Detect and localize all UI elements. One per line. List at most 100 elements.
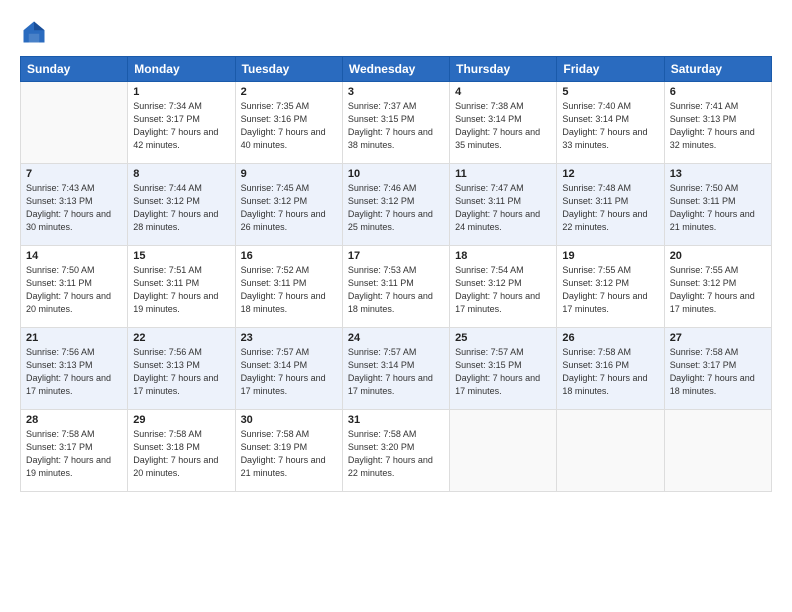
header-row: SundayMondayTuesdayWednesdayThursdayFrid…: [21, 57, 772, 82]
calendar-cell: 4 Sunrise: 7:38 AMSunset: 3:14 PMDaylight…: [450, 82, 557, 164]
calendar-row-0: 1 Sunrise: 7:34 AMSunset: 3:17 PMDaylight…: [21, 82, 772, 164]
calendar-table: SundayMondayTuesdayWednesdayThursdayFrid…: [20, 56, 772, 492]
calendar-cell: 9 Sunrise: 7:45 AMSunset: 3:12 PMDaylight…: [235, 164, 342, 246]
calendar-cell: 27 Sunrise: 7:58 AMSunset: 3:17 PMDayligh…: [664, 328, 771, 410]
cell-info: Sunrise: 7:53 AMSunset: 3:11 PMDaylight:…: [348, 264, 444, 316]
calendar-cell: 25 Sunrise: 7:57 AMSunset: 3:15 PMDayligh…: [450, 328, 557, 410]
day-number: 21: [26, 332, 122, 344]
cell-info: Sunrise: 7:57 AMSunset: 3:14 PMDaylight:…: [241, 346, 337, 398]
cell-info: Sunrise: 7:54 AMSunset: 3:12 PMDaylight:…: [455, 264, 551, 316]
calendar-cell: 23 Sunrise: 7:57 AMSunset: 3:14 PMDayligh…: [235, 328, 342, 410]
day-number: 5: [562, 86, 658, 98]
cell-info: Sunrise: 7:52 AMSunset: 3:11 PMDaylight:…: [241, 264, 337, 316]
day-number: 25: [455, 332, 551, 344]
day-number: 26: [562, 332, 658, 344]
col-header-saturday: Saturday: [664, 57, 771, 82]
col-header-wednesday: Wednesday: [342, 57, 449, 82]
day-number: 30: [241, 414, 337, 426]
cell-info: Sunrise: 7:41 AMSunset: 3:13 PMDaylight:…: [670, 100, 766, 152]
day-number: 7: [26, 168, 122, 180]
calendar-cell: [664, 410, 771, 492]
calendar-cell: 19 Sunrise: 7:55 AMSunset: 3:12 PMDayligh…: [557, 246, 664, 328]
day-number: 24: [348, 332, 444, 344]
cell-info: Sunrise: 7:50 AMSunset: 3:11 PMDaylight:…: [670, 182, 766, 234]
day-number: 10: [348, 168, 444, 180]
cell-info: Sunrise: 7:55 AMSunset: 3:12 PMDaylight:…: [670, 264, 766, 316]
logo: [20, 18, 52, 46]
calendar-cell: 16 Sunrise: 7:52 AMSunset: 3:11 PMDayligh…: [235, 246, 342, 328]
calendar-cell: 20Sunrise: 7:55 AMSunset: 3:12 PMDayligh…: [664, 246, 771, 328]
calendar-cell: 5 Sunrise: 7:40 AMSunset: 3:14 PMDaylight…: [557, 82, 664, 164]
page: SundayMondayTuesdayWednesdayThursdayFrid…: [0, 0, 792, 612]
calendar-row-4: 28 Sunrise: 7:58 AMSunset: 3:17 PMDayligh…: [21, 410, 772, 492]
calendar-cell: 15 Sunrise: 7:51 AMSunset: 3:11 PMDayligh…: [128, 246, 235, 328]
cell-info: Sunrise: 7:34 AMSunset: 3:17 PMDaylight:…: [133, 100, 229, 152]
calendar-cell: 8 Sunrise: 7:44 AMSunset: 3:12 PMDaylight…: [128, 164, 235, 246]
day-number: 1: [133, 86, 229, 98]
cell-info: Sunrise: 7:40 AMSunset: 3:14 PMDaylight:…: [562, 100, 658, 152]
day-number: 17: [348, 250, 444, 262]
calendar-cell: 30 Sunrise: 7:58 AMSunset: 3:19 PMDayligh…: [235, 410, 342, 492]
calendar-cell: 13 Sunrise: 7:50 AMSunset: 3:11 PMDayligh…: [664, 164, 771, 246]
calendar-row-1: 7 Sunrise: 7:43 AMSunset: 3:13 PMDaylight…: [21, 164, 772, 246]
cell-info: Sunrise: 7:51 AMSunset: 3:11 PMDaylight:…: [133, 264, 229, 316]
col-header-thursday: Thursday: [450, 57, 557, 82]
cell-info: Sunrise: 7:58 AMSunset: 3:16 PMDaylight:…: [562, 346, 658, 398]
cell-info: Sunrise: 7:38 AMSunset: 3:14 PMDaylight:…: [455, 100, 551, 152]
calendar-cell: 18 Sunrise: 7:54 AMSunset: 3:12 PMDayligh…: [450, 246, 557, 328]
day-number: 27: [670, 332, 766, 344]
calendar-cell: 28 Sunrise: 7:58 AMSunset: 3:17 PMDayligh…: [21, 410, 128, 492]
calendar-cell: 11 Sunrise: 7:47 AMSunset: 3:11 PMDayligh…: [450, 164, 557, 246]
calendar-cell: 12Sunrise: 7:48 AMSunset: 3:11 PMDayligh…: [557, 164, 664, 246]
day-number: 8: [133, 168, 229, 180]
calendar-cell: [557, 410, 664, 492]
cell-info: Sunrise: 7:58 AMSunset: 3:17 PMDaylight:…: [670, 346, 766, 398]
cell-info: Sunrise: 7:43 AMSunset: 3:13 PMDaylight:…: [26, 182, 122, 234]
day-number: 28: [26, 414, 122, 426]
cell-info: Sunrise: 7:45 AMSunset: 3:12 PMDaylight:…: [241, 182, 337, 234]
cell-info: Sunrise: 7:55 AMSunset: 3:12 PMDaylight:…: [562, 264, 658, 316]
cell-info: Sunrise: 7:56 AMSunset: 3:13 PMDaylight:…: [26, 346, 122, 398]
day-number: 13: [670, 168, 766, 180]
cell-info: Sunrise: 7:58 AMSunset: 3:20 PMDaylight:…: [348, 428, 444, 480]
calendar-cell: 21 Sunrise: 7:56 AMSunset: 3:13 PMDayligh…: [21, 328, 128, 410]
day-number: 18: [455, 250, 551, 262]
day-number: 9: [241, 168, 337, 180]
day-number: 4: [455, 86, 551, 98]
calendar-cell: 22Sunrise: 7:56 AMSunset: 3:13 PMDayligh…: [128, 328, 235, 410]
col-header-sunday: Sunday: [21, 57, 128, 82]
day-number: 11: [455, 168, 551, 180]
calendar-cell: 3Sunrise: 7:37 AMSunset: 3:15 PMDaylight…: [342, 82, 449, 164]
day-number: 15: [133, 250, 229, 262]
cell-info: Sunrise: 7:50 AMSunset: 3:11 PMDaylight:…: [26, 264, 122, 316]
cell-info: Sunrise: 7:37 AMSunset: 3:15 PMDaylight:…: [348, 100, 444, 152]
calendar-cell: 10Sunrise: 7:46 AMSunset: 3:12 PMDayligh…: [342, 164, 449, 246]
cell-info: Sunrise: 7:58 AMSunset: 3:18 PMDaylight:…: [133, 428, 229, 480]
calendar-cell: 29Sunrise: 7:58 AMSunset: 3:18 PMDayligh…: [128, 410, 235, 492]
day-number: 16: [241, 250, 337, 262]
col-header-friday: Friday: [557, 57, 664, 82]
calendar-cell: 14 Sunrise: 7:50 AMSunset: 3:11 PMDayligh…: [21, 246, 128, 328]
calendar-cell: 7 Sunrise: 7:43 AMSunset: 3:13 PMDaylight…: [21, 164, 128, 246]
cell-info: Sunrise: 7:35 AMSunset: 3:16 PMDaylight:…: [241, 100, 337, 152]
cell-info: Sunrise: 7:58 AMSunset: 3:19 PMDaylight:…: [241, 428, 337, 480]
header: [20, 18, 772, 46]
day-number: 23: [241, 332, 337, 344]
calendar-cell: 1 Sunrise: 7:34 AMSunset: 3:17 PMDaylight…: [128, 82, 235, 164]
cell-info: Sunrise: 7:57 AMSunset: 3:14 PMDaylight:…: [348, 346, 444, 398]
cell-info: Sunrise: 7:58 AMSunset: 3:17 PMDaylight:…: [26, 428, 122, 480]
cell-info: Sunrise: 7:57 AMSunset: 3:15 PMDaylight:…: [455, 346, 551, 398]
calendar-cell: 6Sunrise: 7:41 AMSunset: 3:13 PMDaylight…: [664, 82, 771, 164]
day-number: 12: [562, 168, 658, 180]
day-number: 14: [26, 250, 122, 262]
col-header-tuesday: Tuesday: [235, 57, 342, 82]
day-number: 2: [241, 86, 337, 98]
calendar-cell: 24 Sunrise: 7:57 AMSunset: 3:14 PMDayligh…: [342, 328, 449, 410]
cell-info: Sunrise: 7:47 AMSunset: 3:11 PMDaylight:…: [455, 182, 551, 234]
day-number: 19: [562, 250, 658, 262]
calendar-row-2: 14 Sunrise: 7:50 AMSunset: 3:11 PMDayligh…: [21, 246, 772, 328]
calendar-cell: [21, 82, 128, 164]
calendar-row-3: 21 Sunrise: 7:56 AMSunset: 3:13 PMDayligh…: [21, 328, 772, 410]
day-number: 22: [133, 332, 229, 344]
cell-info: Sunrise: 7:44 AMSunset: 3:12 PMDaylight:…: [133, 182, 229, 234]
